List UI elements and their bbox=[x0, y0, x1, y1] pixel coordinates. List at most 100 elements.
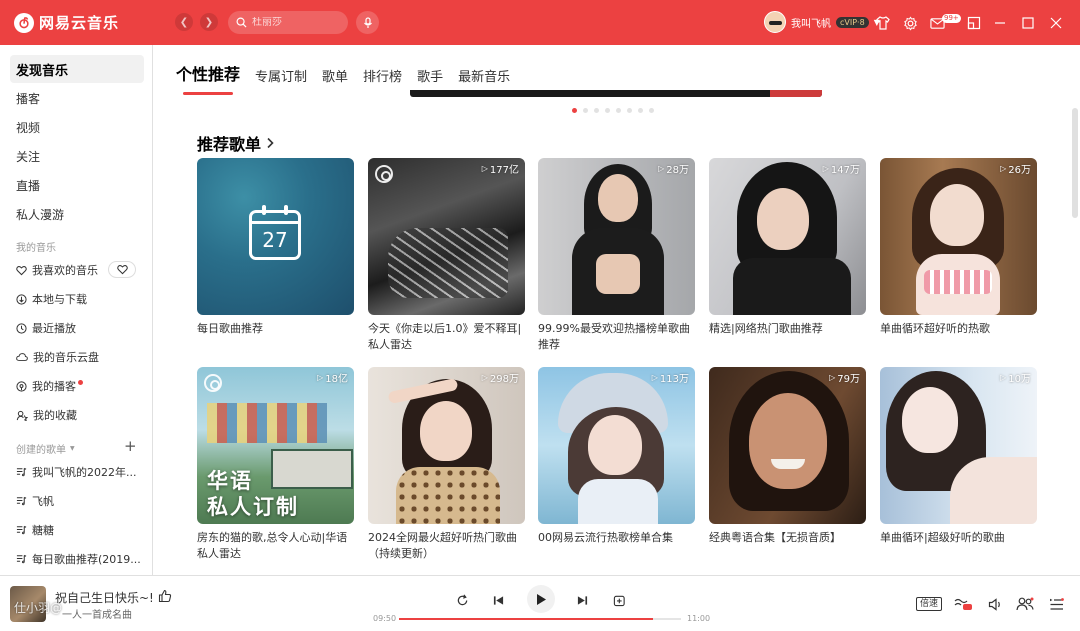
sidebar-playlist-item[interactable]: 每日歌曲推荐(2019... bbox=[10, 546, 144, 572]
playlist-title[interactable]: 2024全网最火超好听热门歌曲（持续更新） bbox=[368, 530, 525, 562]
minimize-button[interactable] bbox=[990, 13, 1010, 33]
playlist-cover[interactable]: ▷ 28万 bbox=[538, 158, 695, 315]
playlist-cover[interactable]: ▷ 79万 bbox=[709, 367, 866, 524]
search-box[interactable] bbox=[228, 11, 348, 34]
sidebar-item-local-download[interactable]: 本地与下载 bbox=[10, 286, 144, 312]
playlist-card[interactable]: ▷ 28万 99.99%最受欢迎热播榜单歌曲推荐 bbox=[538, 158, 695, 353]
playlist-card[interactable]: 华语 私人订制 ▷ 18亿 房东的猫的歌,总令人心动|华语私人雷达 bbox=[197, 367, 354, 562]
sidebar-item-recent[interactable]: 最近播放 bbox=[10, 315, 144, 341]
playlist-cover[interactable]: ▷ 298万 bbox=[368, 367, 525, 524]
add-square-icon bbox=[613, 595, 625, 606]
playlist-cover[interactable]: ▷ 113万 bbox=[538, 367, 695, 524]
voice-search-button[interactable] bbox=[356, 11, 379, 34]
banner-carousel[interactable] bbox=[410, 90, 822, 97]
sidebar-item-live[interactable]: 直播 bbox=[10, 171, 144, 199]
sound-quality-button[interactable] bbox=[953, 595, 973, 613]
forward-button[interactable]: ❯ bbox=[200, 13, 218, 31]
search-input[interactable] bbox=[252, 17, 342, 28]
add-to-playlist-button[interactable] bbox=[608, 589, 630, 611]
add-playlist-button[interactable]: + bbox=[124, 437, 137, 455]
sidebar-item-label: 我叫飞帆的2022年... bbox=[32, 466, 137, 479]
sidebar-item-podcast[interactable]: 播客 bbox=[10, 84, 144, 112]
playlist-cover[interactable]: ▷ 147万 bbox=[709, 158, 866, 315]
settings-button[interactable] bbox=[900, 13, 920, 33]
loop-mode-button[interactable] bbox=[451, 589, 473, 611]
playlist-title[interactable]: 精选|网络热门歌曲推荐 bbox=[709, 321, 866, 337]
app-logo[interactable]: 网易云音乐 bbox=[14, 12, 119, 33]
playlist-title[interactable]: 单曲循环超好听的热歌 bbox=[880, 321, 1037, 337]
skin-button[interactable] bbox=[873, 13, 893, 33]
playlist-queue-button[interactable] bbox=[1046, 595, 1066, 613]
playlist-icon bbox=[16, 496, 27, 506]
previous-button[interactable] bbox=[487, 589, 509, 611]
sidebar-playlist-item[interactable]: 飞帆 bbox=[10, 488, 144, 514]
back-button[interactable]: ❮ bbox=[175, 13, 193, 31]
volume-button[interactable] bbox=[985, 595, 1005, 613]
carousel-dot[interactable] bbox=[638, 108, 643, 113]
vip-badge[interactable]: cVIP·8 bbox=[836, 16, 869, 28]
playlist-title[interactable]: 房东的猫的歌,总令人心动|华语私人雷达 bbox=[197, 530, 354, 562]
sidebar-item-collection[interactable]: 我的收藏 bbox=[10, 402, 144, 428]
sidebar-playlist-item[interactable]: 我叫飞帆的2022年... bbox=[10, 459, 144, 485]
playlist-title[interactable]: 99.99%最受欢迎热播榜单歌曲推荐 bbox=[538, 321, 695, 353]
mini-mode-button[interactable] bbox=[964, 13, 984, 33]
tab-recommend[interactable]: 个性推荐 bbox=[176, 61, 240, 95]
username[interactable]: 我叫飞帆 bbox=[791, 15, 831, 30]
listen-together-button[interactable] bbox=[1015, 595, 1035, 613]
playlist-cover[interactable]: ▷ 26万 bbox=[880, 158, 1037, 315]
like-button[interactable] bbox=[158, 589, 172, 606]
maximize-button[interactable] bbox=[1018, 13, 1038, 33]
carousel-dot[interactable] bbox=[583, 108, 588, 113]
tab-new-music[interactable]: 最新音乐 bbox=[458, 66, 510, 85]
play-button[interactable] bbox=[527, 585, 555, 613]
playlist-cover[interactable]: ▷ 177亿 bbox=[368, 158, 525, 315]
playlist-title[interactable]: 00网易云流行热歌榜单合集 bbox=[538, 530, 695, 546]
user-profile[interactable]: 我叫飞帆 cVIP·8 ▼ bbox=[764, 11, 880, 33]
sidebar-playlist-item[interactable]: 糖糖 bbox=[10, 517, 144, 543]
song-title[interactable]: 祝自己生日快乐~! bbox=[55, 589, 154, 606]
avatar[interactable] bbox=[764, 11, 786, 33]
created-playlists-heading[interactable]: 创建的歌单 ▼ bbox=[16, 441, 75, 456]
playlist-card[interactable]: ▷ 298万 2024全网最火超好听热门歌曲（持续更新） bbox=[368, 367, 525, 562]
close-button[interactable] bbox=[1046, 13, 1066, 33]
playlist-card[interactable]: ▷ 79万 经典粤语合集【无损音质】 bbox=[709, 367, 866, 546]
playlist-card[interactable]: ▷ 113万 00网易云流行热歌榜单合集 bbox=[538, 367, 695, 546]
song-artist[interactable]: 一人一首成名曲 bbox=[62, 606, 132, 621]
speed-button[interactable]: 倍速 bbox=[916, 597, 943, 611]
playlist-title[interactable]: 今天《你走以后1.0》爱不释耳|私人雷达 bbox=[368, 321, 525, 353]
playlist-cover[interactable]: 27 bbox=[197, 158, 354, 315]
sidebar-item-cloud[interactable]: 我的音乐云盘 bbox=[10, 344, 144, 370]
section-title-recommended-playlists[interactable]: 推荐歌单 bbox=[197, 131, 274, 155]
carousel-dot[interactable] bbox=[572, 108, 577, 113]
progress-bar[interactable] bbox=[399, 618, 681, 620]
tab-artists[interactable]: 歌手 bbox=[417, 66, 443, 85]
playlist-card[interactable]: ▷ 10万 单曲循环|超级好听的歌曲 bbox=[880, 367, 1037, 546]
sidebar-item-my-podcast[interactable]: 我的播客 bbox=[10, 373, 144, 399]
playlist-cover[interactable]: 华语 私人订制 ▷ 18亿 bbox=[197, 367, 354, 524]
playlist-cover[interactable]: ▷ 10万 bbox=[880, 367, 1037, 524]
next-button[interactable] bbox=[571, 589, 593, 611]
tab-playlists[interactable]: 歌单 bbox=[322, 66, 348, 85]
carousel-dot[interactable] bbox=[627, 108, 632, 113]
playlist-title[interactable]: 每日歌曲推荐 bbox=[197, 321, 354, 337]
chevron-right-icon bbox=[267, 137, 274, 149]
playlist-title[interactable]: 经典粤语合集【无损音质】 bbox=[709, 530, 866, 546]
cover-person bbox=[588, 415, 642, 475]
sidebar-item-follow[interactable]: 关注 bbox=[10, 142, 144, 170]
playlist-card[interactable]: 27 每日歌曲推荐 bbox=[197, 158, 354, 337]
sidebar-item-video[interactable]: 视频 bbox=[10, 113, 144, 141]
sidebar-item-roaming[interactable]: 私人漫游 bbox=[10, 200, 144, 228]
carousel-dot[interactable] bbox=[605, 108, 610, 113]
playlist-card[interactable]: ▷ 26万 单曲循环超好听的热歌 bbox=[880, 158, 1037, 337]
playlist-card[interactable]: ▷ 147万 精选|网络热门歌曲推荐 bbox=[709, 158, 866, 337]
playlist-card[interactable]: ▷ 177亿 今天《你走以后1.0》爱不释耳|私人雷达 bbox=[368, 158, 525, 353]
scrollbar[interactable] bbox=[1072, 108, 1078, 218]
heartbeat-mode-button[interactable] bbox=[108, 261, 136, 278]
carousel-dot[interactable] bbox=[649, 108, 654, 113]
tab-exclusive[interactable]: 专属订制 bbox=[255, 66, 307, 85]
carousel-dot[interactable] bbox=[594, 108, 599, 113]
carousel-dot[interactable] bbox=[616, 108, 621, 113]
playlist-title[interactable]: 单曲循环|超级好听的歌曲 bbox=[880, 530, 1037, 546]
sidebar-item-discover[interactable]: 发现音乐 bbox=[10, 55, 144, 83]
tab-charts[interactable]: 排行榜 bbox=[363, 66, 402, 85]
